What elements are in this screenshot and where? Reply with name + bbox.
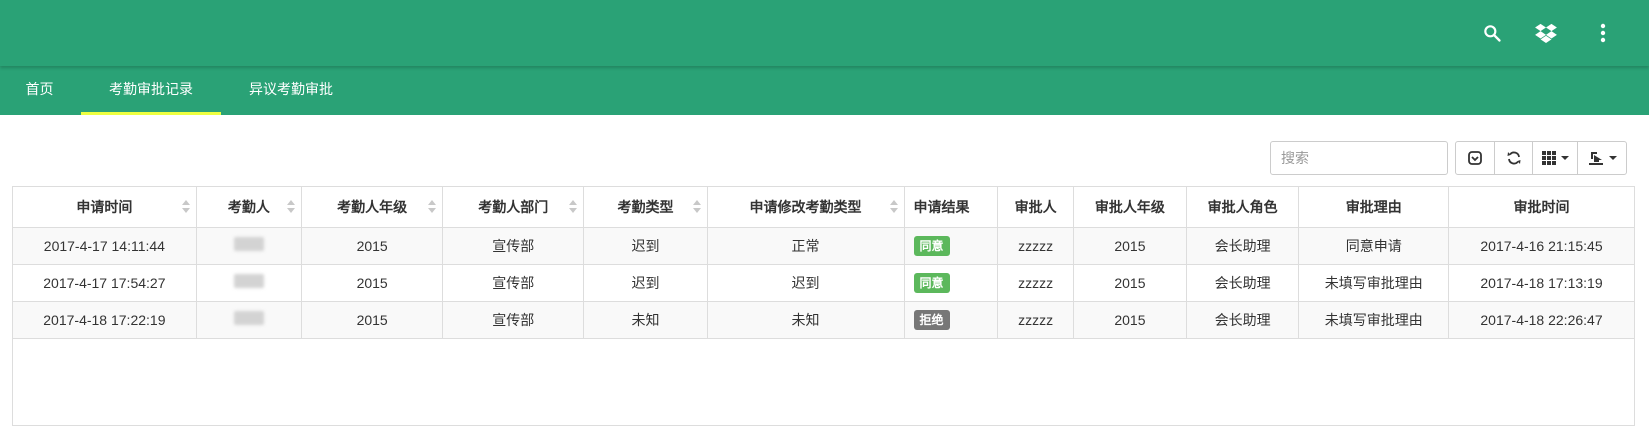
table-header-row: 申请时间 考勤人 考勤人年级 考勤人部门 考勤类型 申请修改考勤类型 申请结果 … <box>13 187 1634 228</box>
redacted-name <box>233 237 264 251</box>
approve-time-cell: 2017-4-18 22:26:47 <box>1448 301 1634 339</box>
columns-icon <box>1541 151 1556 165</box>
reason-cell: 未填写审批理由 <box>1298 301 1449 339</box>
dropbox-icon <box>1535 23 1557 43</box>
requested-type-cell: 迟到 <box>706 264 905 302</box>
dept-cell: 宣传部 <box>442 227 584 265</box>
table-toolbar <box>1455 141 1627 175</box>
apply-time-cell: 2017-4-17 14:11:44 <box>13 227 197 265</box>
approver-role-cell: 会长助理 <box>1185 301 1299 339</box>
column-header-label: 考勤人 <box>227 198 270 215</box>
column-header-attendee-grade[interactable]: 考勤人年级 <box>301 187 443 228</box>
approve-time-cell: 2017-4-18 17:13:19 <box>1448 264 1634 302</box>
column-header-attendance-type[interactable]: 考勤类型 <box>583 187 708 228</box>
result-cell: 同意 <box>903 227 998 265</box>
more-options-button[interactable] <box>1588 18 1618 48</box>
column-header-requested-type[interactable]: 申请修改考勤类型 <box>706 187 905 228</box>
type-cell: 迟到 <box>583 264 708 302</box>
column-header-approver: 审批人 <box>997 187 1074 228</box>
tab-home[interactable]: 首页 <box>0 66 79 115</box>
approver-cell: zzzzz <box>997 301 1074 339</box>
column-header-attendee-dept[interactable]: 考勤人部门 <box>442 187 584 228</box>
table-row[interactable]: 2017-4-17 17:54:27 2015 宣传部 迟到 迟到 同意 zzz… <box>13 264 1634 302</box>
grade-cell: 2015 <box>301 264 443 302</box>
requested-type-cell: 未知 <box>706 301 905 339</box>
app-header <box>0 0 1649 66</box>
columns-button[interactable] <box>1532 141 1578 175</box>
tab-attendance-approval-records[interactable]: 考勤审批记录 <box>81 66 221 115</box>
dropbox-button[interactable] <box>1531 18 1561 48</box>
attendee-cell <box>195 301 302 339</box>
sort-icon <box>428 199 437 214</box>
approver-grade-cell: 2015 <box>1073 227 1187 265</box>
type-cell: 迟到 <box>583 227 708 265</box>
redacted-name <box>233 274 264 288</box>
table-row[interactable]: 2017-4-18 17:22:19 2015 宣传部 未知 未知 拒绝 zzz… <box>13 301 1634 339</box>
column-header-approver-role: 审批人角色 <box>1185 187 1299 228</box>
approver-grade-cell: 2015 <box>1073 301 1187 339</box>
sort-icon <box>889 199 898 214</box>
toggle-view-button[interactable] <box>1455 141 1495 175</box>
requested-type-cell: 正常 <box>706 227 905 265</box>
column-header-label: 考勤类型 <box>617 198 674 215</box>
grade-cell: 2015 <box>301 301 443 339</box>
attendance-table: 申请时间 考勤人 考勤人年级 考勤人部门 考勤类型 申请修改考勤类型 申请结果 … <box>12 186 1635 426</box>
apply-time-cell: 2017-4-18 17:22:19 <box>13 301 197 339</box>
result-cell: 拒绝 <box>903 301 998 339</box>
more-vert-icon <box>1600 23 1606 43</box>
sort-icon <box>692 199 701 214</box>
approver-role-cell: 会长助理 <box>1185 227 1299 265</box>
refresh-button[interactable] <box>1494 141 1533 175</box>
chevron-down-icon <box>1608 156 1617 160</box>
approve-time-cell: 2017-4-16 21:15:45 <box>1448 227 1634 265</box>
column-header-result: 申请结果 <box>903 187 998 228</box>
grade-cell: 2015 <box>301 227 443 265</box>
chevron-down-icon <box>1560 156 1569 160</box>
approver-cell: zzzzz <box>997 264 1074 302</box>
search-input[interactable] <box>1270 141 1448 175</box>
redacted-name <box>233 311 264 325</box>
column-header-label: 考勤人年级 <box>337 198 408 215</box>
table-row[interactable]: 2017-4-17 14:11:44 2015 宣传部 迟到 正常 同意 zzz… <box>13 227 1634 265</box>
approver-role-cell: 会长助理 <box>1185 264 1299 302</box>
column-header-approver-grade: 审批人年级 <box>1073 187 1187 228</box>
tab-disputed-attendance-approval[interactable]: 异议考勤审批 <box>236 66 346 115</box>
attendee-cell <box>195 227 302 265</box>
dept-cell: 宣传部 <box>442 301 584 339</box>
sort-icon <box>181 199 190 214</box>
refresh-icon <box>1507 151 1520 165</box>
column-header-label: 申请时间 <box>76 198 133 215</box>
search-button[interactable] <box>1477 18 1507 48</box>
toggle-icon <box>1468 151 1482 165</box>
column-header-approve-time: 审批时间 <box>1448 187 1634 228</box>
column-header-label: 考勤人部门 <box>478 198 549 215</box>
sort-icon <box>287 199 296 214</box>
export-icon <box>1588 152 1603 165</box>
attendee-cell <box>195 264 302 302</box>
column-header-label: 申请修改考勤类型 <box>749 198 862 215</box>
status-badge: 同意 <box>913 272 950 293</box>
approver-grade-cell: 2015 <box>1073 264 1187 302</box>
column-header-attendee[interactable]: 考勤人 <box>195 187 302 228</box>
result-cell: 同意 <box>903 264 998 302</box>
sort-icon <box>569 199 578 214</box>
search-icon <box>1484 25 1501 42</box>
status-badge: 拒绝 <box>913 309 950 330</box>
column-header-apply-time[interactable]: 申请时间 <box>13 187 197 228</box>
export-button[interactable] <box>1577 141 1627 175</box>
tab-bar: 首页 考勤审批记录 异议考勤审批 <box>0 66 1649 115</box>
dept-cell: 宣传部 <box>442 264 584 302</box>
apply-time-cell: 2017-4-17 17:54:27 <box>13 264 197 302</box>
type-cell: 未知 <box>583 301 708 339</box>
reason-cell: 未填写审批理由 <box>1298 264 1449 302</box>
column-header-reason: 审批理由 <box>1298 187 1449 228</box>
reason-cell: 同意申请 <box>1298 227 1449 265</box>
approver-cell: zzzzz <box>997 227 1074 265</box>
status-badge: 同意 <box>913 235 950 256</box>
